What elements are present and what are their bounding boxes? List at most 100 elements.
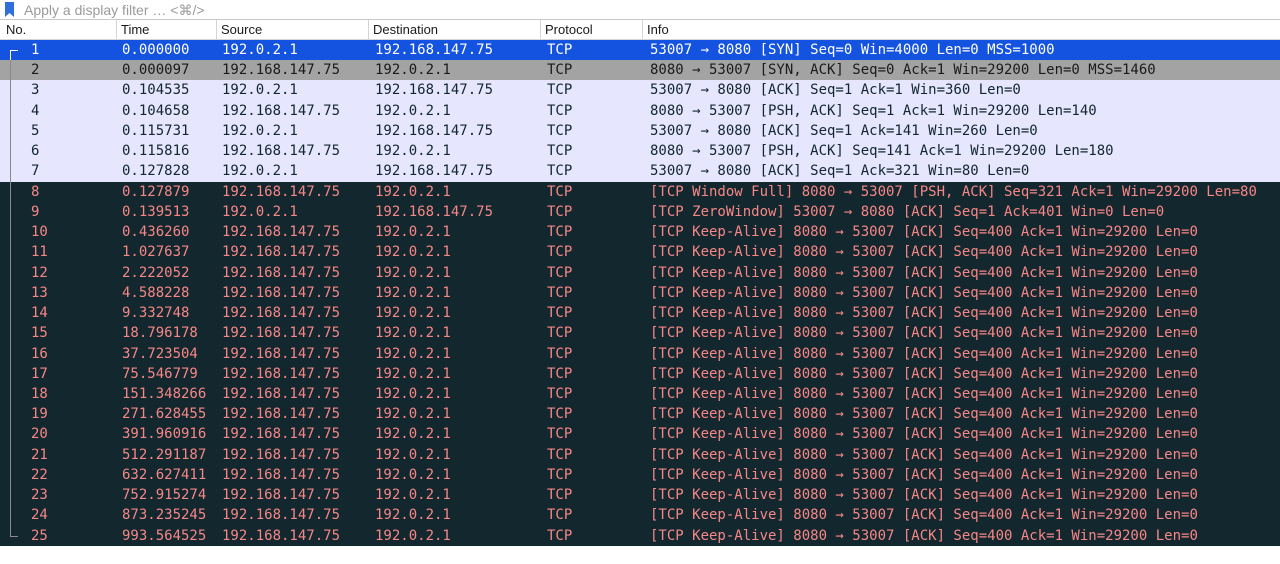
column-header-no[interactable]: No. [0, 20, 116, 39]
packet-row[interactable]: 5 0.115731 192.0.2.1 192.168.147.75 TCP 53007… [0, 120, 1280, 142]
packet-row[interactable]: 20 391.960916 192.168.147.75 192.0.2.1 TCP [T… [0, 424, 1280, 445]
packet-row[interactable]: 25 993.564525 192.168.147.75 192.0.2.1 TCP [T… [0, 525, 1280, 546]
packet-time: 873.235245 [122, 507, 207, 524]
packet-row[interactable]: 10 0.436260 192.168.147.75 192.0.2.1 TCP [TCP… [0, 222, 1280, 243]
packet-row[interactable]: 24 873.235245 192.168.147.75 192.0.2.1 TCP [T… [0, 505, 1280, 526]
packet-no-text: 23 [31, 487, 48, 504]
packet-info: [TCP Keep-Alive] 8080 → 53007 [ACK] Seq=… [650, 487, 1198, 504]
packet-destination: 192.0.2.1 [375, 224, 451, 241]
packet-row[interactable]: 19 271.628455 192.168.147.75 192.0.2.1 TCP [T… [0, 404, 1280, 425]
packet-destination: 192.0.2.1 [375, 325, 451, 342]
packet-source: 192.0.2.1 [222, 122, 298, 139]
packet-time: 0.127828 [122, 163, 190, 180]
bookmark-icon[interactable] [4, 2, 15, 17]
column-header-destination[interactable]: Destination [368, 20, 540, 39]
packet-no-text: 3 [31, 82, 40, 99]
packet-destination: 192.0.2.1 [375, 244, 451, 261]
packet-row[interactable]: 2 0.000097 192.168.147.75 192.0.2.1 TCP 8080 … [0, 60, 1280, 81]
packet-info: 8080 → 53007 [PSH, ACK] Seq=141 Ack=1 Wi… [650, 143, 1114, 160]
packet-no: 22 [0, 465, 116, 485]
packet-row[interactable]: 21 512.291187 192.168.147.75 192.0.2.1 TCP [T… [0, 444, 1280, 465]
packet-source: 192.168.147.75 [222, 446, 341, 463]
column-header-protocol[interactable]: Protocol [540, 20, 642, 39]
packet-destination: 192.0.2.1 [375, 406, 451, 423]
packet-row[interactable]: 6 0.115816 192.168.147.75 192.0.2.1 TCP 8080 … [0, 141, 1280, 162]
packet-source: 192.0.2.1 [222, 163, 298, 180]
packet-destination: 192.0.2.1 [375, 365, 451, 382]
packet-source: 192.168.147.75 [222, 305, 341, 322]
packet-row[interactable]: 4 0.104658 192.168.147.75 192.0.2.1 TCP 8080 … [0, 100, 1280, 121]
packet-time: 75.546779 [122, 365, 198, 382]
packet-row[interactable]: 18 151.348266 192.168.147.75 192.0.2.1 TCP [T… [0, 383, 1280, 405]
packet-row[interactable]: 11 1.027637 192.168.147.75 192.0.2.1 TCP [TCP… [0, 242, 1280, 263]
packet-row[interactable]: 3 0.104535 192.0.2.1 192.168.147.75 TCP 53007… [0, 80, 1280, 101]
packet-no-text: 24 [31, 507, 48, 524]
packet-no: 25 [0, 526, 116, 546]
packet-destination: 192.0.2.1 [375, 143, 451, 160]
column-header-time[interactable]: Time [116, 20, 216, 39]
packet-row[interactable]: 12 2.222052 192.168.147.75 192.0.2.1 TCP [TCP… [0, 262, 1280, 283]
packet-no: 14 [0, 303, 116, 323]
packet-row[interactable]: 15 18.796178 192.168.147.75 192.0.2.1 TCP [TC… [0, 323, 1280, 344]
packet-row[interactable]: 23 752.915274 192.168.147.75 192.0.2.1 TCP [T… [0, 485, 1280, 506]
packet-destination: 192.0.2.1 [375, 426, 451, 443]
packet-destination: 192.0.2.1 [375, 62, 451, 79]
packet-no-text: 25 [31, 527, 48, 544]
packet-time: 391.960916 [122, 426, 207, 443]
packet-info: [TCP Keep-Alive] 8080 → 53007 [ACK] Seq=… [650, 325, 1198, 342]
packet-row[interactable]: 9 0.139513 192.0.2.1 192.168.147.75 TCP [TCP … [0, 201, 1280, 223]
packet-source: 192.168.147.75 [222, 385, 341, 402]
packet-list-empty-area [0, 547, 1280, 564]
column-header-source[interactable]: Source [216, 20, 368, 39]
packet-protocol: TCP [547, 163, 573, 180]
packet-info: [TCP Keep-Alive] 8080 → 53007 [ACK] Seq=… [650, 224, 1198, 241]
packet-source: 192.168.147.75 [222, 527, 341, 544]
packet-source: 192.168.147.75 [222, 244, 341, 261]
packet-protocol: TCP [547, 82, 573, 99]
packet-protocol: TCP [547, 527, 573, 544]
packet-no-text: 9 [31, 203, 40, 220]
packet-protocol: TCP [547, 102, 573, 119]
packet-row[interactable]: 7 0.127828 192.0.2.1 192.168.147.75 TCP 53007… [0, 161, 1280, 182]
packet-no-text: 1 [31, 42, 40, 58]
packet-no: 5 [0, 121, 116, 141]
packet-no-text: 10 [31, 224, 48, 241]
packet-info: [TCP Keep-Alive] 8080 → 53007 [ACK] Seq=… [650, 466, 1198, 483]
packet-row[interactable]: 14 9.332748 192.168.147.75 192.0.2.1 TCP [TCP… [0, 303, 1280, 324]
packet-protocol: TCP [547, 264, 573, 281]
packet-row[interactable]: 16 37.723504 192.168.147.75 192.0.2.1 TCP [TC… [0, 343, 1280, 364]
packet-no-text: 11 [31, 244, 48, 261]
column-header-info[interactable]: Info [642, 20, 1280, 39]
packet-no-text: 21 [31, 446, 48, 463]
display-filter-bar [0, 0, 1280, 20]
packet-no: 19 [0, 404, 116, 424]
packet-list-header: No. Time Source Destination Protocol Inf… [0, 20, 1280, 40]
packet-source: 192.168.147.75 [222, 507, 341, 524]
packet-row[interactable]: 13 4.588228 192.168.147.75 192.0.2.1 TCP [TCP… [0, 282, 1280, 304]
packet-info: 8080 → 53007 [SYN, ACK] Seq=0 Ack=1 Win=… [650, 62, 1156, 79]
packet-info: [TCP Keep-Alive] 8080 → 53007 [ACK] Seq=… [650, 244, 1198, 261]
packet-time: 1.027637 [122, 244, 190, 261]
packet-source: 192.168.147.75 [222, 426, 341, 443]
packet-info: [TCP Keep-Alive] 8080 → 53007 [ACK] Seq=… [650, 527, 1198, 544]
packet-source: 192.168.147.75 [222, 284, 341, 301]
packet-no: 11 [0, 242, 116, 262]
packet-time: 0.127879 [122, 183, 190, 200]
packet-time: 271.628455 [122, 406, 207, 423]
packet-row[interactable]: 8 0.127879 192.168.147.75 192.0.2.1 TCP [TCP … [0, 181, 1280, 202]
packet-source: 192.168.147.75 [222, 102, 341, 119]
packet-no-text: 14 [31, 305, 48, 322]
packet-time: 9.332748 [122, 305, 190, 322]
packet-no: 9 [0, 202, 116, 222]
display-filter-input[interactable] [20, 0, 1280, 19]
packet-row[interactable]: 17 75.546779 192.168.147.75 192.0.2.1 TCP [TC… [0, 363, 1280, 384]
packet-protocol: TCP [547, 143, 573, 160]
packet-no-text: 20 [31, 426, 48, 443]
packet-info: 53007 → 8080 [ACK] Seq=1 Ack=1 Win=360 L… [650, 82, 1021, 99]
packet-destination: 192.168.147.75 [375, 42, 494, 58]
packet-source: 192.168.147.75 [222, 224, 341, 241]
packet-row[interactable]: 1 0.000000 192.0.2.1 192.168.147.75 TCP 53007… [0, 40, 1280, 61]
packet-info: 53007 → 8080 [ACK] Seq=1 Ack=141 Win=260… [650, 122, 1038, 139]
packet-row[interactable]: 22 632.627411 192.168.147.75 192.0.2.1 TCP [T… [0, 464, 1280, 486]
packet-info: [TCP Keep-Alive] 8080 → 53007 [ACK] Seq=… [650, 446, 1198, 463]
